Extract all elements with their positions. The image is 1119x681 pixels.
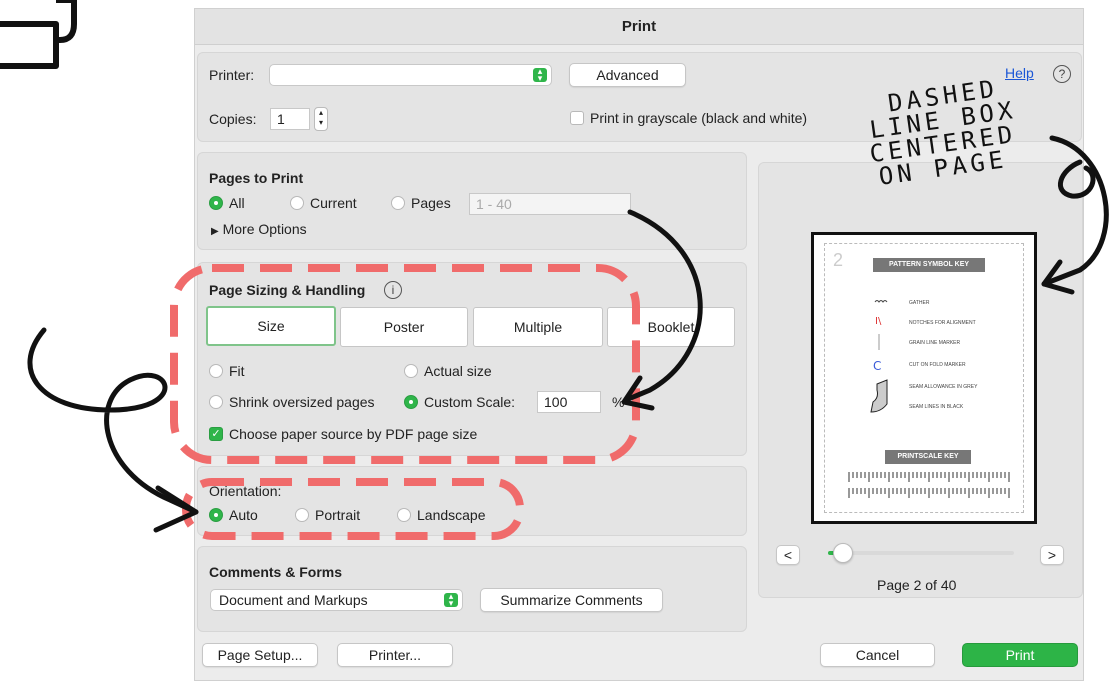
chevron-updown-icon: ▴ ▾: [444, 592, 458, 608]
pages-all-label: All: [229, 195, 245, 211]
preview-next-button[interactable]: >: [1040, 545, 1064, 565]
page-sizing-title: Page Sizing & Handling: [209, 282, 366, 298]
pattern-symbols-graphic: I\ C: [870, 300, 888, 413]
more-options-disclosure[interactable]: ▶ More Options: [211, 221, 307, 237]
comments-select[interactable]: Document and Markups ▴ ▾: [210, 589, 463, 611]
svg-text:C: C: [873, 359, 881, 373]
tab-multiple[interactable]: Multiple: [473, 307, 603, 347]
help-icon[interactable]: ?: [1053, 65, 1071, 83]
orientation-auto-label: Auto: [229, 507, 258, 523]
pages-range-radio[interactable]: [391, 196, 405, 210]
printer-button[interactable]: Printer...: [337, 643, 453, 667]
page-slider-track[interactable]: [828, 551, 1014, 555]
symbol-row: GATHER: [909, 300, 930, 306]
fit-label: Fit: [229, 363, 245, 379]
comments-title: Comments & Forms: [209, 564, 343, 580]
disclosure-triangle-icon: ▶: [211, 226, 219, 237]
corner-bracket-icon: [0, 0, 77, 69]
orientation-auto-radio[interactable]: [209, 508, 223, 522]
symbol-key-banner: PATTERN SYMBOL KEY: [873, 258, 985, 272]
copies-label: Copies:: [209, 111, 257, 127]
arrow-to-orientation: [27, 327, 199, 515]
preview-page-number: 2: [833, 250, 844, 270]
shrink-radio[interactable]: [209, 395, 223, 409]
paper-source-label: Choose paper source by PDF page size: [229, 426, 478, 442]
symbol-row: SEAM ALLOWANCE IN GREY: [909, 384, 978, 390]
grayscale-checkbox[interactable]: [570, 111, 584, 125]
arrow-to-orientation-head: [153, 485, 199, 533]
dashed-line-box: 2 PATTERN SYMBOL KEY GATHER NOTCHES FOR …: [824, 243, 1024, 513]
copies-input[interactable]: 1: [270, 108, 310, 130]
orientation-portrait-radio[interactable]: [295, 508, 309, 522]
copies-stepper[interactable]: ▴ ▾: [314, 107, 328, 131]
more-options-label: More Options: [222, 221, 307, 237]
percent-label: %: [612, 394, 625, 410]
symbol-row: NOTCHES FOR ALIGNMENT: [909, 320, 976, 326]
actual-size-radio[interactable]: [404, 364, 418, 378]
shrink-label: Shrink oversized pages: [229, 394, 375, 410]
symbol-row: SEAM LINES IN BLACK: [909, 404, 964, 410]
page-indicator: Page 2 of 40: [877, 577, 957, 593]
orientation-label: Orientation:: [209, 483, 282, 499]
orientation-panel: [197, 466, 747, 536]
grayscale-label: Print in grayscale (black and white): [590, 110, 808, 126]
cancel-button[interactable]: Cancel: [820, 643, 935, 667]
page-preview: 2 PATTERN SYMBOL KEY GATHER NOTCHES FOR …: [811, 232, 1037, 524]
symbol-row: CUT ON FOLD MARKER: [909, 362, 966, 368]
svg-text:I\: I\: [875, 316, 882, 327]
scale-key-banner: PRINTSCALE KEY: [885, 450, 971, 464]
custom-scale-input[interactable]: 100: [537, 391, 601, 413]
pages-current-label: Current: [310, 195, 357, 211]
annotation-text: DASHED LINE BOX CENTERED ON PAGE: [848, 74, 1038, 190]
tab-poster[interactable]: Poster: [340, 307, 468, 347]
printer-select[interactable]: ▴ ▾: [269, 64, 552, 86]
custom-scale-label: Custom Scale:: [424, 394, 516, 410]
page-slider-thumb[interactable]: [833, 543, 853, 563]
custom-scale-radio[interactable]: [404, 395, 418, 409]
dialog-title: Print: [195, 9, 1083, 45]
tab-booklet[interactable]: Booklet: [607, 307, 735, 347]
pages-all-radio[interactable]: [209, 196, 223, 210]
fit-radio[interactable]: [209, 364, 223, 378]
summarize-comments-button[interactable]: Summarize Comments: [480, 588, 663, 612]
tab-size[interactable]: Size: [206, 306, 336, 346]
printer-label: Printer:: [209, 67, 255, 83]
actual-size-label: Actual size: [424, 363, 492, 379]
orientation-landscape-label: Landscape: [417, 507, 486, 523]
symbol-row: GRAIN LINE MARKER: [909, 340, 961, 346]
pages-to-print-title: Pages to Print: [209, 170, 304, 186]
advanced-button[interactable]: Advanced: [569, 63, 686, 87]
page-setup-button[interactable]: Page Setup...: [202, 643, 318, 667]
print-scale-ruler: [848, 472, 1010, 498]
preview-prev-button[interactable]: <: [776, 545, 800, 565]
orientation-landscape-radio[interactable]: [397, 508, 411, 522]
pages-range-label: Pages: [411, 195, 451, 211]
print-button[interactable]: Print: [962, 643, 1078, 667]
chevron-updown-icon: ▴ ▾: [533, 67, 547, 83]
pages-range-input[interactable]: 1 - 40: [469, 193, 631, 215]
orientation-portrait-label: Portrait: [315, 507, 361, 523]
paper-source-checkbox[interactable]: ✓: [209, 427, 223, 441]
pages-current-radio[interactable]: [290, 196, 304, 210]
comments-select-value: Document and Markups: [219, 592, 368, 608]
info-icon[interactable]: i: [384, 281, 402, 299]
